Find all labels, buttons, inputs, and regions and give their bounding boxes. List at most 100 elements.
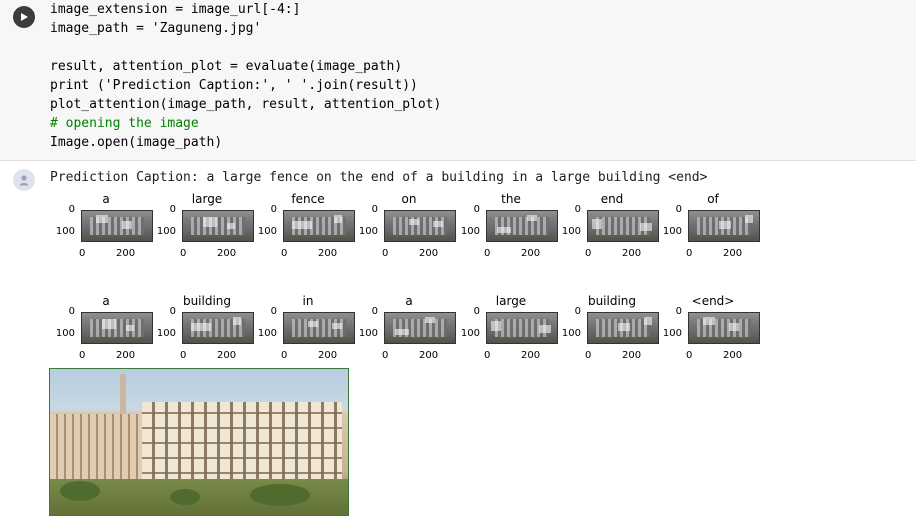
- y-tick-label: 0: [473, 306, 480, 317]
- y-tick-label: 0: [675, 306, 682, 317]
- y-tick-label: 0: [68, 204, 75, 215]
- photo-tree: [60, 481, 100, 501]
- x-tick-label: 200: [622, 248, 642, 259]
- subplot-word-title: on: [401, 192, 417, 206]
- subplot-word-title: large: [191, 192, 223, 206]
- x-tick-label: 200: [217, 350, 237, 361]
- y-tick-label: 100: [358, 328, 378, 339]
- y-tick-label: 100: [55, 226, 75, 237]
- x-tick-label: 200: [622, 350, 642, 361]
- photo-tree: [170, 489, 200, 505]
- attention-subplot: building 0 100 0 200: [556, 294, 659, 370]
- code-cell[interactable]: image_extension = image_url[-4:] image_p…: [0, 0, 916, 161]
- attention-heatmap-image: [688, 312, 760, 344]
- photo-building-main: [142, 402, 342, 487]
- y-tick-label: 100: [257, 226, 277, 237]
- attention-heatmap-image: [384, 210, 456, 242]
- y-tick-label: 100: [460, 328, 480, 339]
- attention-subplot: end 0 100 0 200: [556, 192, 659, 268]
- subplot-word-title: fence: [291, 192, 325, 206]
- subplot-word-title: large: [495, 294, 527, 308]
- y-tick-label: 0: [169, 306, 176, 317]
- attention-heatmap-image: [384, 312, 456, 344]
- output-icon[interactable]: [13, 169, 35, 191]
- x-tick-label: 0: [585, 350, 592, 361]
- code-line: image_path = 'Zaguneng.jpg': [50, 21, 262, 36]
- subplot-word-title: a: [102, 192, 110, 206]
- x-tick-label: 0: [382, 350, 389, 361]
- x-tick-label: 0: [686, 248, 693, 259]
- photo-tree: [250, 484, 310, 506]
- attention-subplot: a 0 100 0 200: [50, 192, 153, 268]
- building-photo: [49, 368, 349, 516]
- x-tick-label: 200: [318, 350, 338, 361]
- y-tick-label: 0: [473, 204, 480, 215]
- attention-heatmap-image: [486, 312, 558, 344]
- x-tick-label: 0: [585, 248, 592, 259]
- subplot-word-title: the: [501, 192, 521, 206]
- y-tick-label: 0: [574, 204, 581, 215]
- attention-subplot: fence 0 100 0 200: [252, 192, 355, 268]
- y-tick-label: 100: [55, 328, 75, 339]
- attention-subplot: building 0 100 0 200: [151, 294, 254, 370]
- x-tick-label: 0: [484, 248, 491, 259]
- x-tick-label: 200: [419, 248, 439, 259]
- attention-heatmap-image: [486, 210, 558, 242]
- y-tick-label: 0: [675, 204, 682, 215]
- code-line: result, attention_plot = evaluate(image_…: [50, 59, 403, 74]
- code-comment: # opening the image: [50, 116, 199, 131]
- x-tick-label: 200: [217, 248, 237, 259]
- x-tick-label: 0: [79, 350, 86, 361]
- subplot-word-title: building: [182, 294, 232, 308]
- y-tick-label: 0: [371, 306, 378, 317]
- attention-heatmap-image: [81, 210, 153, 242]
- x-tick-label: 0: [180, 248, 187, 259]
- subplot-word-title: in: [302, 294, 314, 308]
- attention-heatmap-image: [81, 312, 153, 344]
- attention-subplot: in 0 100 0 200: [252, 294, 355, 370]
- y-tick-label: 100: [662, 328, 682, 339]
- x-tick-label: 0: [281, 248, 288, 259]
- x-tick-label: 0: [686, 350, 693, 361]
- y-tick-label: 0: [371, 204, 378, 215]
- prediction-caption: Prediction Caption: a large fence on the…: [50, 170, 708, 185]
- x-tick-label: 200: [116, 350, 136, 361]
- attention-heatmap-image: [283, 312, 355, 344]
- x-tick-label: 200: [521, 350, 541, 361]
- code-line: print ('Prediction Caption:', ' '.join(r…: [50, 78, 418, 93]
- subplot-word-title: <end>: [691, 294, 735, 308]
- y-tick-label: 0: [68, 306, 75, 317]
- subplot-word-title: a: [102, 294, 110, 308]
- attention-subplot: large 0 100 0 200: [455, 294, 558, 370]
- attention-heatmap-image: [587, 210, 659, 242]
- code-line: image_extension = image_url[-4:]: [50, 2, 301, 17]
- y-tick-label: 100: [662, 226, 682, 237]
- x-tick-label: 200: [521, 248, 541, 259]
- y-tick-label: 100: [358, 226, 378, 237]
- x-tick-label: 0: [484, 350, 491, 361]
- attention-subplot: of 0 100 0 200: [657, 192, 760, 268]
- attention-subplot: large 0 100 0 200: [151, 192, 254, 268]
- code-line: plot_attention(image_path, result, atten…: [50, 97, 442, 112]
- photo-tower: [120, 374, 126, 414]
- y-tick-label: 0: [169, 204, 176, 215]
- y-tick-label: 100: [156, 328, 176, 339]
- y-tick-label: 100: [561, 328, 581, 339]
- play-icon[interactable]: [13, 6, 35, 28]
- photo-building-left: [50, 414, 145, 484]
- y-tick-label: 100: [460, 226, 480, 237]
- y-tick-label: 0: [270, 204, 277, 215]
- code-line: Image.open(image_path): [50, 135, 223, 150]
- attention-heatmap-image: [182, 312, 254, 344]
- y-tick-label: 0: [574, 306, 581, 317]
- x-tick-label: 200: [419, 350, 439, 361]
- x-tick-label: 200: [723, 350, 743, 361]
- code-editor[interactable]: image_extension = image_url[-4:] image_p…: [50, 0, 441, 152]
- attention-heatmap-image: [182, 210, 254, 242]
- attention-subplot: a 0 100 0 200: [353, 294, 456, 370]
- x-tick-label: 200: [318, 248, 338, 259]
- attention-heatmap-image: [688, 210, 760, 242]
- subplot-word-title: building: [587, 294, 637, 308]
- attention-subplot: <end> 0 100 0 200: [657, 294, 760, 370]
